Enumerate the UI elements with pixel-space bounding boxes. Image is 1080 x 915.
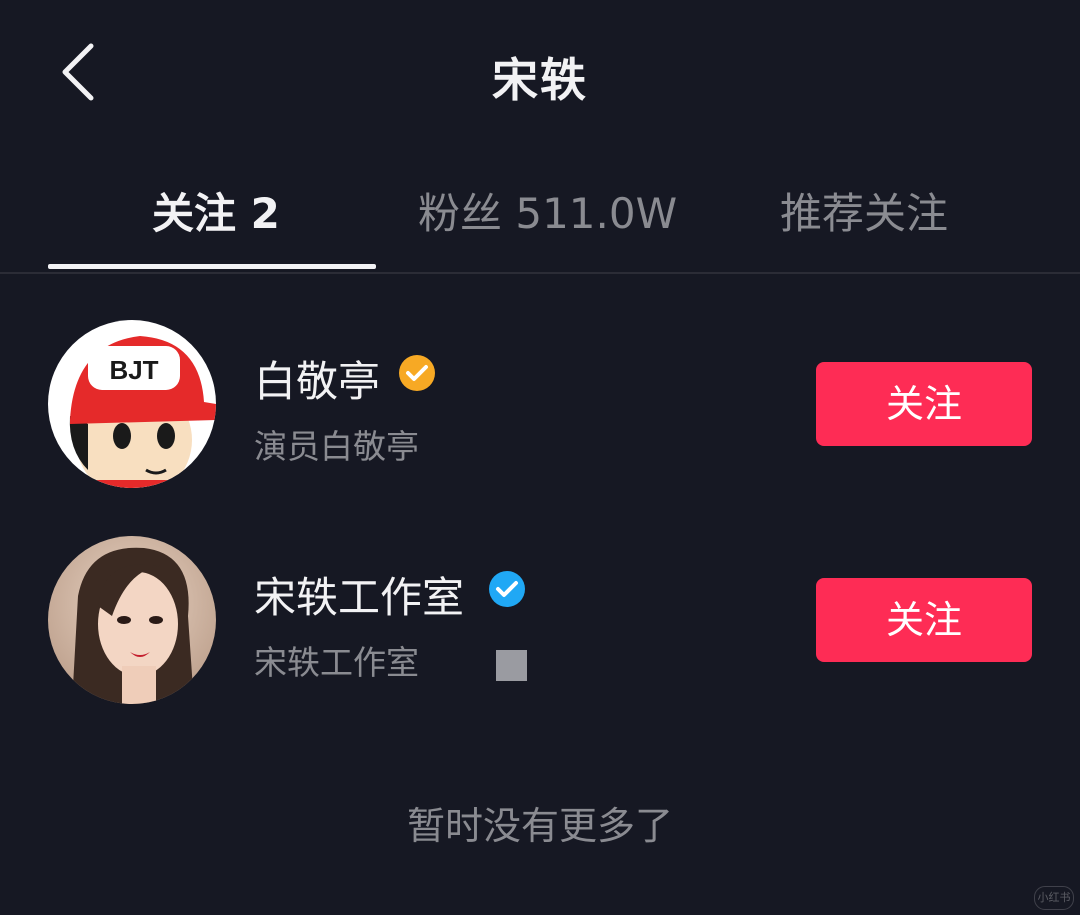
page-title: 宋轶 — [492, 53, 588, 107]
avatar[interactable] — [48, 536, 216, 704]
avatar[interactable]: BJT — [48, 320, 216, 488]
top-bar: 宋轶 — [0, 0, 1080, 150]
tab-recommended[interactable]: 推荐关注 — [780, 180, 948, 241]
portrait-photo — [48, 536, 216, 704]
verified-gold-icon — [398, 354, 436, 392]
end-of-list-text: 暂时没有更多了 — [406, 804, 673, 848]
cap-logo-text: BJT — [109, 355, 158, 385]
cartoon-avatar-image: BJT — [48, 320, 216, 488]
tab-bar: 关注 2 粉丝 511.0W 推荐关注 — [0, 160, 1080, 274]
user-name[interactable]: 白敬亭 — [254, 348, 380, 409]
user-description: 宋轶工作室 — [254, 643, 419, 682]
list-item[interactable]: BJT 白敬亭 演员白敬亭 关注 — [0, 320, 1080, 490]
follow-button[interactable]: 关注 — [816, 578, 1032, 662]
tab-fans[interactable]: 粉丝 511.0W — [418, 180, 677, 241]
follow-button[interactable]: 关注 — [816, 362, 1032, 446]
watermark-logo: 小红书 — [1034, 886, 1074, 910]
user-description: 演员白敬亭 — [254, 427, 419, 466]
active-tab-indicator — [48, 264, 376, 269]
list-item[interactable]: 宋轶工作室 宋轶工作室 关注 — [0, 536, 1080, 706]
verified-blue-icon — [488, 570, 526, 608]
tab-following[interactable]: 关注 2 — [152, 180, 280, 241]
user-name[interactable]: 宋轶工作室 — [254, 564, 464, 625]
redaction-square — [496, 650, 527, 681]
